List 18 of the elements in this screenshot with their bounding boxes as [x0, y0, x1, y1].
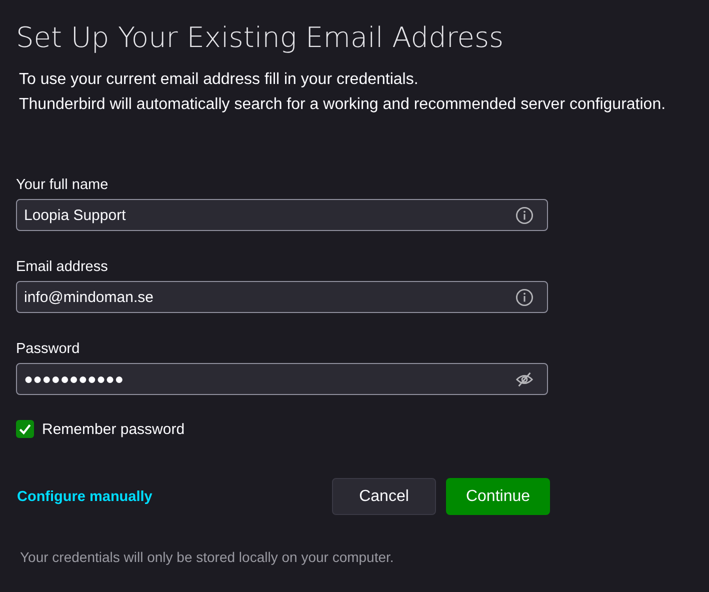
checkbox[interactable] [16, 420, 34, 438]
eye-slash-icon[interactable] [515, 370, 534, 388]
info-icon [515, 206, 534, 224]
field-label: Your full name [16, 176, 110, 194]
footer-note: Your credentials will only be stored locally on your computer. [20, 549, 395, 565]
configure-manually-link[interactable]: Configure manually [17, 488, 152, 504]
info-icon [515, 288, 534, 306]
password-field[interactable]: ●●●●●●●●●●● [16, 363, 548, 395]
field-label: Password [16, 340, 81, 358]
page-title: Set Up Your Existing Email Address [16, 20, 505, 56]
input-field[interactable]: info@mindoman.se [16, 281, 548, 313]
field-label: Email address [16, 258, 109, 276]
input-field[interactable]: Loopia Support [16, 199, 548, 231]
continue-button[interactable]: Continue [446, 478, 550, 515]
cancel-button[interactable]: Cancel [332, 478, 436, 515]
intro-text: Thunderbird will automatically search for a working and recommended server configuration. [19, 95, 667, 115]
checkbox-label: Remember password [42, 420, 185, 438]
intro-text: To use your current email address fill in your credentials. [19, 70, 420, 90]
